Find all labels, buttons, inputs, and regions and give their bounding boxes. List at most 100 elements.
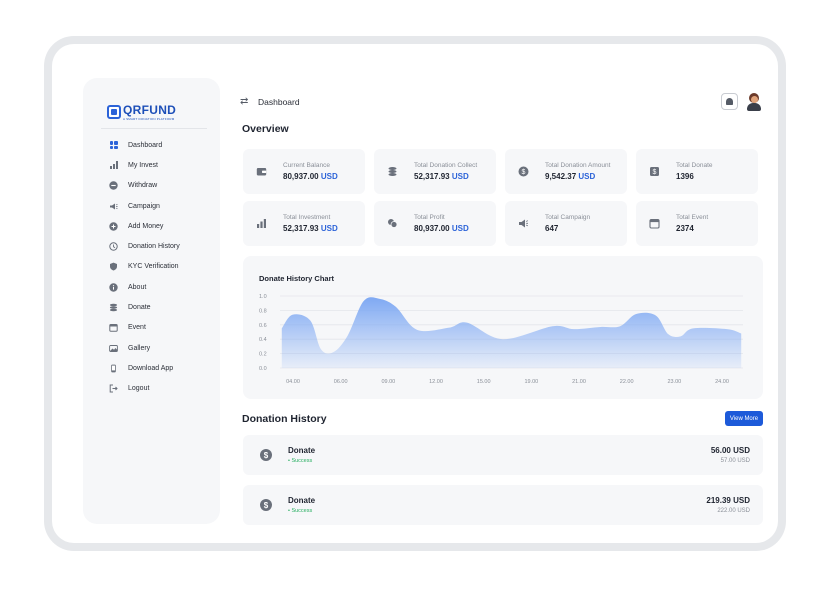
card-value: 9,542.37 USD <box>545 172 596 181</box>
megaphone-icon <box>109 202 118 211</box>
card-label: Total Donation Collect <box>414 162 478 169</box>
sidebar-item-event[interactable]: Event <box>109 318 180 338</box>
card-value: 80,937.00 USD <box>283 172 338 181</box>
swap-icon[interactable]: ⇄ <box>240 96 248 107</box>
bar-chart-icon <box>109 161 118 170</box>
sidebar-item-campaign[interactable]: Campaign <box>109 196 180 216</box>
stat-card-total-event[interactable]: Total Event 2374 <box>636 201 758 246</box>
x-tick-label: 06.00 <box>334 379 348 385</box>
svg-text:$: $ <box>522 169 526 176</box>
donation-row[interactable]: $ Donate • Success 219.39 USD 222.00 USD <box>243 485 763 525</box>
calendar-icon <box>109 323 118 333</box>
brand-logo[interactable]: QRFUND A SMART DONATION PLATFORM <box>107 104 176 121</box>
sidebar-item-add-money[interactable]: Add Money <box>109 216 180 236</box>
donation-title: Donate <box>288 496 316 505</box>
bell-icon <box>726 98 733 105</box>
sidebar-item-logout[interactable]: Logout <box>109 379 180 399</box>
stat-card-total-donate[interactable]: $ Total Donate 1396 <box>636 149 758 194</box>
stat-card-total-campaign[interactable]: Total Campaign 647 <box>505 201 627 246</box>
card-label: Current Balance <box>283 162 330 169</box>
sidebar-item-label: Event <box>128 324 146 332</box>
donate-history-chart-card: Donate History Chart 0.0 0.2 0.4 0.6 0.8 1.0 0… <box>243 256 763 399</box>
card-label: Total Donate <box>676 162 713 169</box>
megaphone-icon <box>518 218 529 229</box>
sidebar-item-label: Download App <box>128 364 174 372</box>
sidebar-item-label: Donate <box>128 304 151 312</box>
donation-title: Donate <box>288 446 316 455</box>
sidebar-item-withdraw[interactable]: Withdraw <box>109 176 180 196</box>
svg-text:$: $ <box>653 169 657 176</box>
sidebar-divider <box>101 128 207 129</box>
sidebar-item-donation-history[interactable]: Donation History <box>109 236 180 256</box>
y-tick-label: 0.4 <box>259 337 267 343</box>
card-label: Total Investment <box>283 214 331 221</box>
sidebar-item-my-invest[interactable]: My Invest <box>109 155 180 175</box>
donation-sub-amount: 57.00 USD <box>720 458 750 464</box>
y-tick-label: 0.0 <box>259 366 267 372</box>
dollar-circle-icon: $ <box>260 499 272 511</box>
card-value: 80,937.00 USD <box>414 224 469 233</box>
grid-icon <box>109 141 118 150</box>
donation-sub-amount: 222.00 USD <box>717 508 750 514</box>
sidebar-item-label: My Invest <box>128 161 158 169</box>
sidebar-item-donate[interactable]: Donate <box>109 297 180 317</box>
sidebar-item-label: Add Money <box>128 222 164 230</box>
sidebar-nav: Dashboard My Invest Withdraw Campaign Ad… <box>109 135 180 399</box>
history-icon <box>109 242 118 251</box>
x-tick-label: 09.00 <box>381 379 395 385</box>
sidebar-item-download-app[interactable]: Download App <box>109 358 180 378</box>
sidebar-item-gallery[interactable]: Gallery <box>109 338 180 358</box>
stat-card-total-donation-amount[interactable]: $ Total Donation Amount 9,542.37 USD <box>505 149 627 194</box>
y-tick-label: 1.0 <box>259 294 267 300</box>
dollar-circle-icon: $ <box>518 166 529 177</box>
bar-chart-icon <box>256 218 267 229</box>
notification-button[interactable] <box>721 93 738 110</box>
card-value: 52,317.93 USD <box>414 172 469 181</box>
brand-name: QRFUND <box>123 103 177 117</box>
sidebar-item-label: Gallery <box>128 344 151 352</box>
stat-card-total-donation-collect[interactable]: Total Donation Collect 52,317.93 USD <box>374 149 496 194</box>
card-value: 2374 <box>676 224 694 233</box>
withdraw-icon <box>109 181 118 190</box>
card-label: Total Profit <box>414 214 445 221</box>
shield-icon <box>109 262 118 271</box>
stat-card-total-investment[interactable]: Total Investment 52,317.93 USD <box>243 201 365 246</box>
logout-icon <box>109 384 118 393</box>
x-tick-label: 22.00 <box>620 379 634 385</box>
avatar[interactable] <box>746 93 762 111</box>
coins-icon <box>109 303 118 312</box>
card-value: 1396 <box>676 172 694 181</box>
overview-title: Overview <box>242 123 289 135</box>
card-value: 647 <box>545 224 559 233</box>
chart-area-series <box>281 297 742 368</box>
sidebar-item-kyc-verification[interactable]: KYC Verification <box>109 257 180 277</box>
sidebar-item-label: About <box>128 283 147 291</box>
sidebar-item-about[interactable]: About <box>109 277 180 297</box>
device-frame: QRFUND A SMART DONATION PLATFORM Dashboa… <box>44 36 786 551</box>
sidebar-item-label: Withdraw <box>128 182 158 190</box>
dollar-circle-icon: $ <box>260 449 272 461</box>
donation-status: • Success <box>288 458 313 464</box>
donate-history-chart: 0.0 0.2 0.4 0.6 0.8 1.0 04.00 06.00 09.00 12.00 15… <box>259 294 743 385</box>
x-tick-label: 15.00 <box>477 379 491 385</box>
donation-row[interactable]: $ Donate • Success 56.00 USD 57.00 USD <box>243 435 763 475</box>
plus-circle-icon <box>109 222 118 231</box>
view-more-button[interactable]: View More <box>725 411 763 426</box>
money-stack-icon <box>387 218 398 229</box>
brand-tagline: A SMART DONATION PLATFORM <box>123 117 175 121</box>
dollar-box-icon: $ <box>649 166 660 177</box>
donation-status: • Success <box>288 508 313 514</box>
sidebar-item-label: Campaign <box>128 202 160 210</box>
gallery-icon <box>109 344 118 353</box>
y-tick-label: 0.2 <box>259 352 267 358</box>
coins-icon <box>387 166 398 177</box>
wallet-icon <box>256 166 267 177</box>
stat-card-total-profit[interactable]: Total Profit 80,937.00 USD <box>374 201 496 246</box>
card-value: 52,317.93 USD <box>283 224 338 233</box>
phone-icon <box>109 364 118 373</box>
sidebar-item-label: KYC Verification <box>128 263 179 271</box>
stat-card-current-balance[interactable]: Current Balance 80,937.00 USD <box>243 149 365 194</box>
sidebar-item-dashboard[interactable]: Dashboard <box>109 135 180 155</box>
x-tick-label: 12.00 <box>429 379 443 385</box>
calendar-icon <box>649 218 660 229</box>
